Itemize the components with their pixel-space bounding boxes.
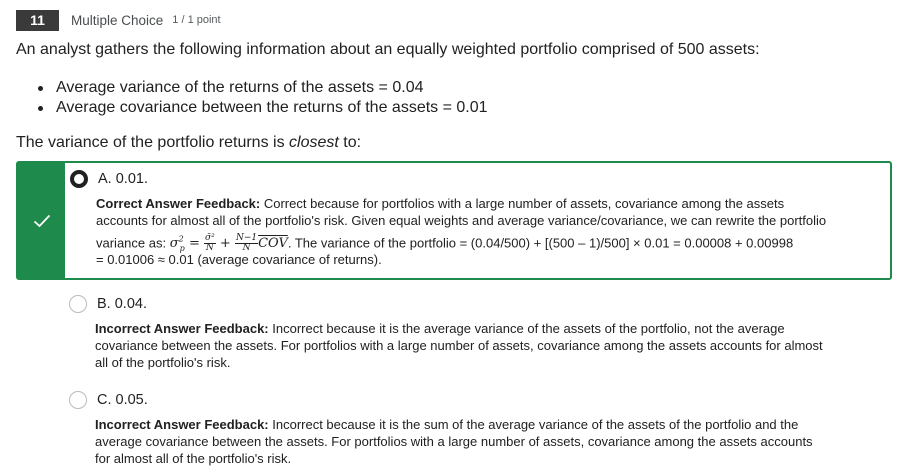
info-list: Average variance of the returns of the a…	[37, 78, 488, 118]
option-a-radio[interactable]	[70, 170, 88, 188]
portfolio-variance-formula: σ2p = σ̄² N + N−1 N COV	[169, 233, 288, 254]
option-b-label[interactable]: B. 0.04.	[97, 296, 147, 312]
question-header: 11 Multiple Choice 1 / 1 point	[16, 8, 221, 32]
option-c-feedback: Incorrect Answer Feedback: Incorrect bec…	[95, 417, 813, 466]
list-item: Average covariance between the returns o…	[37, 98, 488, 118]
option-a-feedback: Correct Answer Feedback: Correct because…	[96, 196, 827, 267]
question-type: Multiple Choice	[71, 12, 164, 28]
question-number: 11	[16, 9, 59, 31]
question-prompt: The variance of the portfolio returns is…	[16, 134, 362, 151]
checkmark-icon	[33, 214, 50, 227]
question-stem: An analyst gathers the following informa…	[16, 41, 760, 58]
option-a-label[interactable]: A. 0.01.	[98, 171, 148, 187]
option-b-feedback: Incorrect Answer Feedback: Incorrect bec…	[95, 321, 823, 370]
correct-indicator	[18, 163, 65, 278]
question-points: 1 / 1 point	[172, 14, 221, 26]
option-c-radio[interactable]	[69, 391, 87, 409]
option-b-radio[interactable]	[69, 295, 87, 313]
list-item: Average variance of the returns of the a…	[37, 78, 488, 98]
option-c-label[interactable]: C. 0.05.	[97, 392, 148, 408]
